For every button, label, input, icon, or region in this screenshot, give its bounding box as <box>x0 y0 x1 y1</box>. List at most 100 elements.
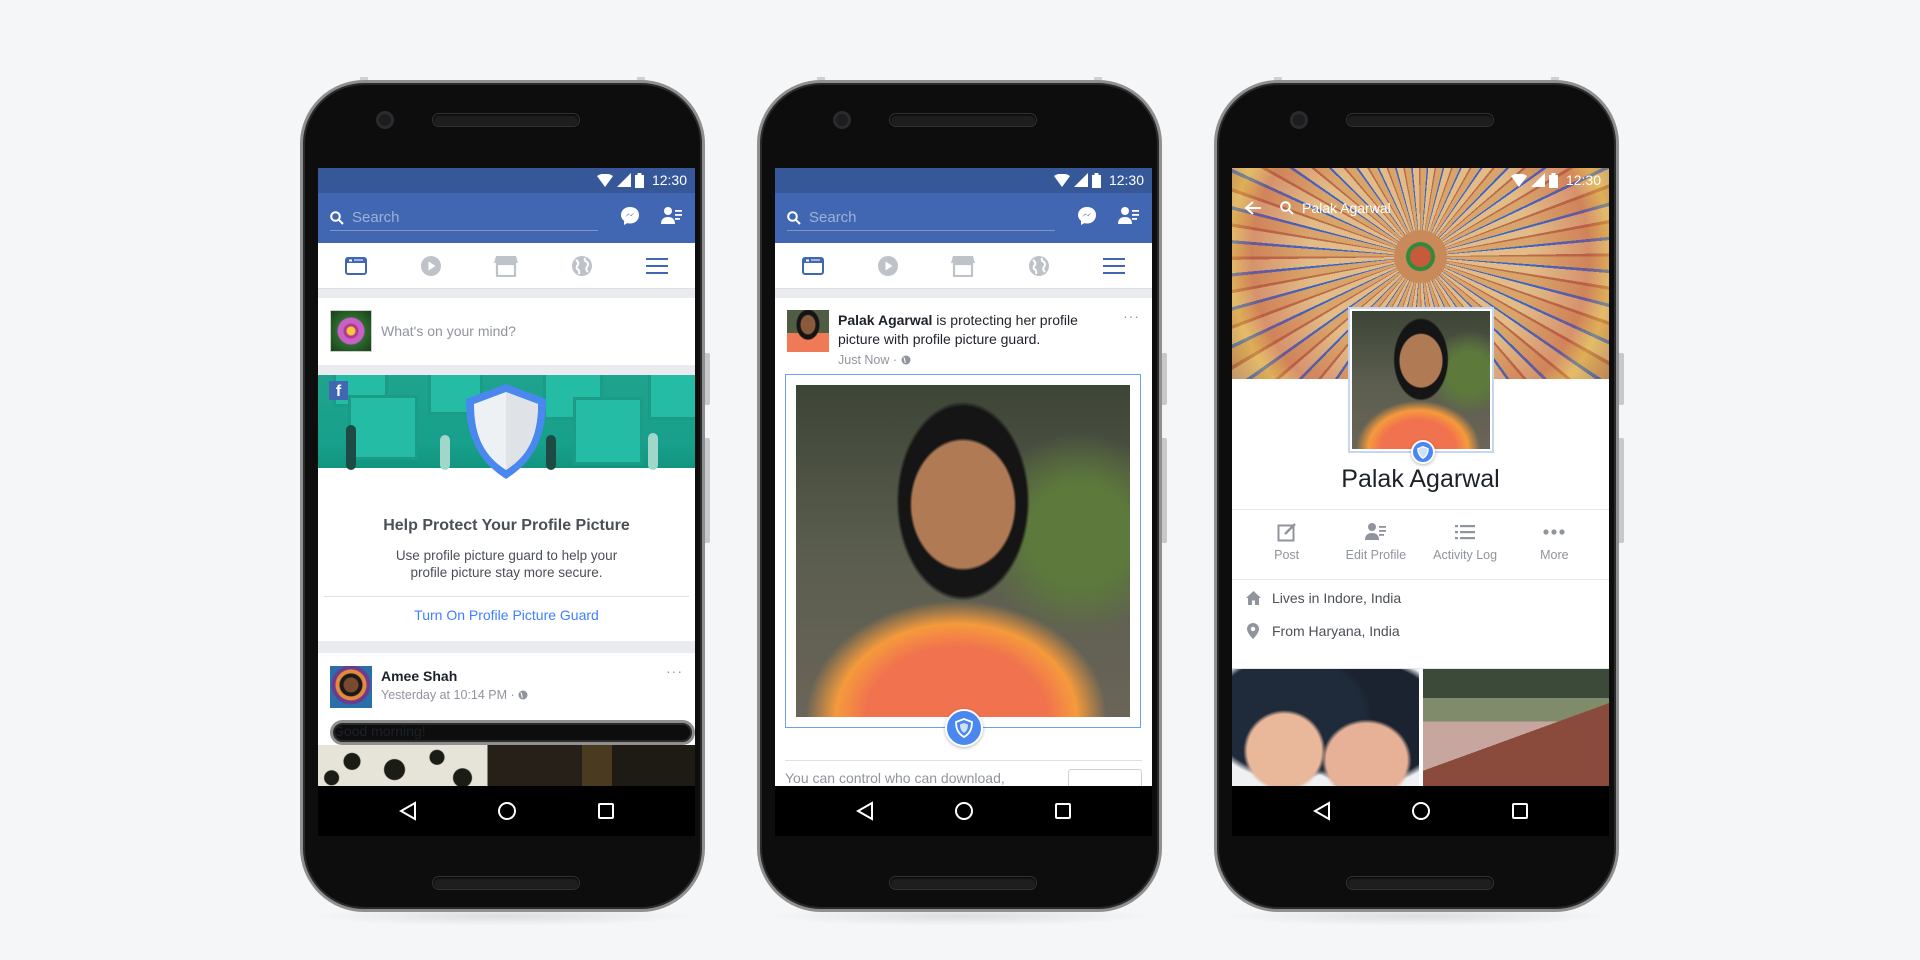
video-play-icon <box>878 255 899 276</box>
volume-button <box>1619 438 1624 543</box>
post-image[interactable] <box>318 745 695 786</box>
list-icon <box>1455 525 1476 540</box>
post-author-avatar[interactable] <box>787 310 829 352</box>
turn-on-guard-link[interactable]: Turn On Profile Picture Guard <box>318 607 695 623</box>
status-composer[interactable]: What's on your mind? <box>318 298 695 365</box>
photo-grid-item[interactable] <box>1423 669 1609 786</box>
banner-frame <box>573 397 643 465</box>
action-more[interactable]: More <box>1510 509 1598 579</box>
more-icon <box>1543 529 1565 535</box>
nav-recents-button[interactable] <box>1051 799 1075 823</box>
meta-separator: · <box>510 688 515 702</box>
post-timestamp[interactable]: Just Now <box>838 353 889 367</box>
power-button <box>705 353 710 405</box>
search-query[interactable]: Palak Agarwal <box>1302 200 1391 216</box>
top-speaker <box>890 114 1036 126</box>
post-author-avatar[interactable] <box>330 666 372 708</box>
tab-notifications[interactable] <box>1024 251 1054 281</box>
messenger-icon[interactable] <box>1077 206 1097 226</box>
battery-icon <box>1091 172 1101 188</box>
back-arrow-icon[interactable] <box>1244 200 1262 216</box>
tab-marketplace[interactable] <box>491 251 521 281</box>
post-footer-text: You can control who can download, <box>785 770 1005 786</box>
location-pin-icon <box>1247 623 1259 639</box>
search-icon <box>330 210 344 225</box>
edit-profile-icon <box>1364 523 1386 540</box>
nav-back-button[interactable] <box>853 799 877 823</box>
globe-icon <box>571 255 592 276</box>
action-post[interactable]: Post <box>1243 509 1331 579</box>
shield-icon <box>955 718 973 738</box>
tab-news-feed[interactable] <box>341 251 371 281</box>
search-input[interactable]: Search <box>787 205 1055 231</box>
nav-back-button[interactable] <box>1310 799 1334 823</box>
tab-watch[interactable] <box>416 251 446 281</box>
nav-home-button[interactable] <box>495 799 519 823</box>
phone-body: 12:30 Palak Agarwal Palak Agarwal Post E… <box>1214 80 1619 912</box>
post-options-button[interactable]: ··· <box>1123 308 1140 324</box>
nav-home-button[interactable] <box>952 799 976 823</box>
tab-menu[interactable] <box>1099 251 1129 281</box>
signal-icon <box>1530 173 1545 187</box>
promo-divider <box>324 596 689 597</box>
phone-body: 12:30 Search <box>300 80 705 912</box>
public-globe-icon <box>901 355 911 365</box>
post-author-name[interactable]: Amee Shah <box>381 668 457 684</box>
about-from[interactable]: From Haryana, India <box>1244 623 1400 639</box>
recents-square-icon <box>1054 803 1071 819</box>
post-options-button[interactable]: ··· <box>666 663 683 679</box>
nav-recents-button[interactable] <box>1508 799 1532 823</box>
tab-notifications[interactable] <box>567 251 597 281</box>
tab-news-feed[interactable] <box>798 251 828 281</box>
back-triangle-icon <box>1312 801 1330 821</box>
feed-separator <box>318 289 695 298</box>
status-time: 12:30 <box>651 172 687 188</box>
nav-home-button[interactable] <box>1409 799 1433 823</box>
post-author-name[interactable]: Palak Agarwal <box>838 312 932 328</box>
post-timestamp[interactable]: Yesterday at 10:14 PM <box>381 688 507 702</box>
status-bar: 12:30 <box>1510 172 1601 188</box>
action-label: Edit Profile <box>1345 548 1407 562</box>
guarded-profile-photo[interactable] <box>785 374 1141 728</box>
marketplace-icon <box>951 255 976 277</box>
tab-watch[interactable] <box>873 251 903 281</box>
feed-separator <box>318 365 695 375</box>
phone-profile: 12:30 Palak Agarwal Palak Agarwal Post E… <box>1214 77 1624 926</box>
profile-picture[interactable] <box>1348 307 1494 453</box>
about-lives-in[interactable]: Lives in Indore, India <box>1244 590 1401 606</box>
tab-menu[interactable] <box>642 251 672 281</box>
screen: 12:30 Palak Agarwal Palak Agarwal Post E… <box>1232 168 1609 836</box>
back-triangle-icon <box>855 801 873 821</box>
action-activity-log[interactable]: Activity Log <box>1421 509 1509 579</box>
profile-guard-badge <box>945 709 983 747</box>
phone-body: 12:30 Search <box>757 80 1162 912</box>
nav-back-button[interactable] <box>396 799 420 823</box>
banner-frame <box>648 375 695 420</box>
promo-card: Help Protect Your Profile Picture Use pr… <box>318 490 695 641</box>
photo-grid-item[interactable] <box>1232 669 1419 786</box>
illustration-person <box>546 435 556 470</box>
video-play-icon <box>421 255 442 276</box>
home-circle-icon <box>497 802 516 820</box>
illustration-person <box>648 433 658 470</box>
nav-recents-button[interactable] <box>594 799 618 823</box>
search-input[interactable]: Search <box>330 205 598 231</box>
search-icon[interactable] <box>1280 201 1294 215</box>
volume-button <box>1162 438 1167 543</box>
post-divider <box>785 760 1142 761</box>
home-circle-icon <box>1411 802 1430 820</box>
promo-title: Help Protect Your Profile Picture <box>383 517 630 534</box>
edit-icon <box>1277 523 1296 542</box>
profile-header: Palak Agarwal <box>1244 200 1391 216</box>
action-edit-profile[interactable]: Edit Profile <box>1332 509 1420 579</box>
signal-icon <box>1073 173 1088 187</box>
profile-photo <box>1352 311 1490 449</box>
messenger-icon[interactable] <box>620 206 640 226</box>
friend-requests-icon[interactable] <box>661 206 683 226</box>
friend-requests-icon[interactable] <box>1118 206 1140 226</box>
profile-photo <box>796 385 1130 717</box>
top-speaker <box>433 114 579 126</box>
tab-marketplace[interactable] <box>948 251 978 281</box>
bottom-speaker <box>1347 877 1493 889</box>
about-text: From Haryana, India <box>1272 623 1400 639</box>
